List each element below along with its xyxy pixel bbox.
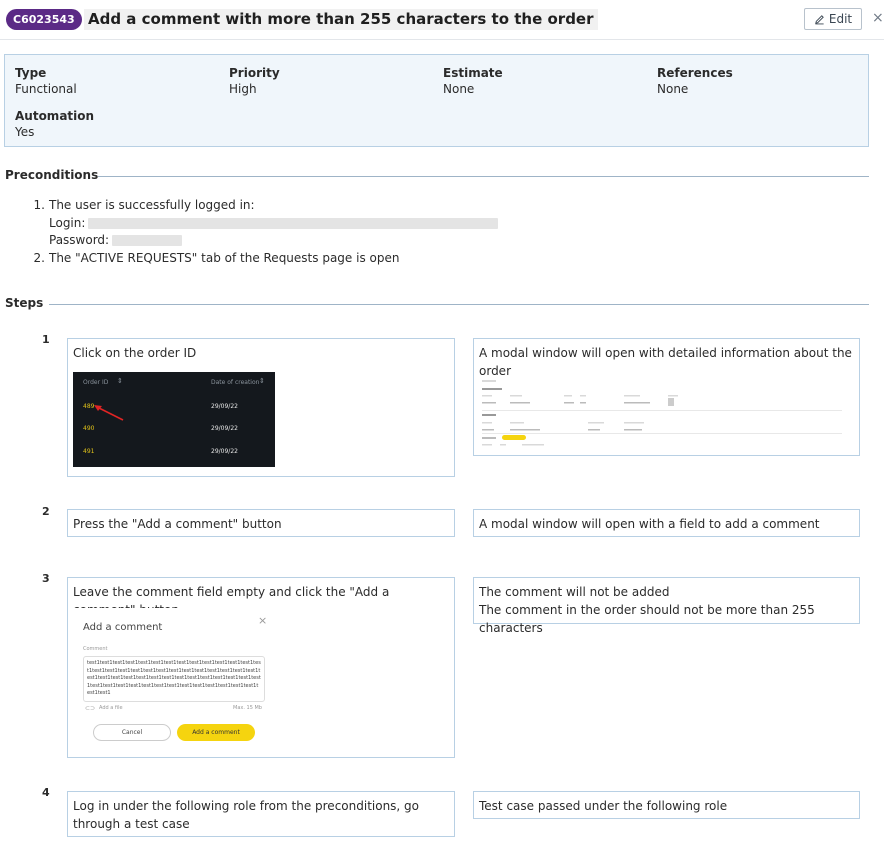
case-title: Add a comment with more than 255 charact… [84,9,598,30]
comment-field-label: Comment [83,646,108,652]
order-id-column-header: Order ID [83,379,109,386]
field-references-value: None [657,82,689,96]
field-estimate-label: Estimate [443,66,503,80]
edit-button[interactable]: Edit [804,8,862,30]
case-fields-panel: Type Functional Priority High Estimate N… [4,54,869,147]
field-references: References None [657,65,733,98]
modal-title: Add a comment [83,622,163,633]
precondition-text: The "ACTIVE REQUESTS" tab of the Request… [49,250,400,265]
order-id-cell: 490 [83,425,95,432]
password-redacted [112,235,183,247]
order-date-cell: 29/09/22 [211,425,238,432]
step-action: Log in under the following role from the… [67,791,455,837]
preconditions-divider [98,176,869,177]
steps-heading: Steps [5,296,44,310]
modal-submit-button: Add a comment [177,724,255,741]
field-automation-value: Yes [15,125,35,139]
precondition-number: 2. [33,250,45,265]
comment-textarea-value: test1test1test1test1test1test1test1test1… [87,660,261,696]
order-date-cell: 29/09/22 [211,448,238,455]
precondition-item: 1. The user is successfully logged in: [30,197,550,215]
step-action-text: Press the "Add a comment" button [73,517,282,531]
date-column-header: Date of creation [211,379,260,386]
step-action: Press the "Add a comment" button [67,509,455,537]
order-id-cell: 491 [83,448,95,455]
pencil-icon [815,14,824,24]
close-icon[interactable]: × [872,10,884,26]
add-comment-modal-screenshot: Add a comment × Comment test1test1test1t… [73,608,448,748]
preconditions-heading: Preconditions [5,168,99,182]
step-expected: The comment will not be added The commen… [473,577,860,635]
preconditions-list: 1. The user is successfully logged in: L… [30,197,550,267]
step-expected: Test case passed under the following rol… [473,791,860,819]
sort-icon: ⇕ [259,377,265,385]
step-action-text: Log in under the following role from the… [73,799,420,831]
field-references-label: References [657,66,733,80]
modal-cancel-label: Cancel [121,729,143,736]
field-automation: Automation Yes [15,108,94,141]
login-label: Login: [49,215,86,230]
modal-close-icon: × [258,614,268,627]
step-number: 4 [42,786,50,799]
order-date-cell: 29/09/22 [211,403,238,410]
paperclip-icon: ⊂⊃ [85,705,96,712]
precondition-number: 1. [33,198,45,212]
field-estimate-value: None [443,82,475,96]
step-expected: A modal window will open with a field to… [473,509,860,537]
max-size-label: Max. 15 Mb [233,705,262,711]
steps-divider [49,304,869,305]
step-expected-text: Test case passed under the following rol… [479,799,728,813]
case-id-badge[interactable]: C6023543 [6,9,82,30]
red-arrow-icon [94,405,124,421]
password-row: Password: [30,232,550,250]
step-number: 3 [42,572,50,585]
step-action-text: Click on the order ID [73,346,197,360]
case-header: C6023543 Add a comment with more than 25… [0,0,884,40]
login-row: Login: [30,215,550,233]
step-expected-line2: The comment in the order should not be m… [479,603,815,635]
field-type: Type Functional [15,65,77,98]
comment-textarea: test1test1test1test1test1test1test1test1… [83,656,265,702]
step-number: 1 [42,333,50,346]
step-expected-line1: The comment will not be added [479,585,670,599]
sort-icon: ⇕ [117,377,123,385]
order-details-screenshot [478,370,856,452]
field-priority-value: High [229,82,257,96]
precondition-item: 2. The "ACTIVE REQUESTS" tab of the Requ… [30,250,550,268]
field-type-label: Type [15,66,47,80]
step-number: 2 [42,505,50,518]
attach-file-label: Add a file [99,705,123,711]
field-priority: Priority High [229,65,280,98]
field-automation-label: Automation [15,109,95,123]
modal-submit-label: Add a comment [192,729,240,736]
login-redacted [88,217,499,229]
password-label: Password: [49,233,110,247]
step-expected-text: A modal window will open with a field to… [479,517,820,531]
field-type-value: Functional [15,82,77,96]
field-priority-label: Priority [229,66,280,80]
precondition-text: The user is successfully logged in: [49,198,255,212]
order-table-screenshot: Order ID ⇕ Date of creation ⇕ 489 29/09/… [73,372,275,467]
edit-button-label: Edit [828,12,853,26]
field-estimate: Estimate None [443,65,503,98]
modal-cancel-button: Cancel [93,724,171,741]
